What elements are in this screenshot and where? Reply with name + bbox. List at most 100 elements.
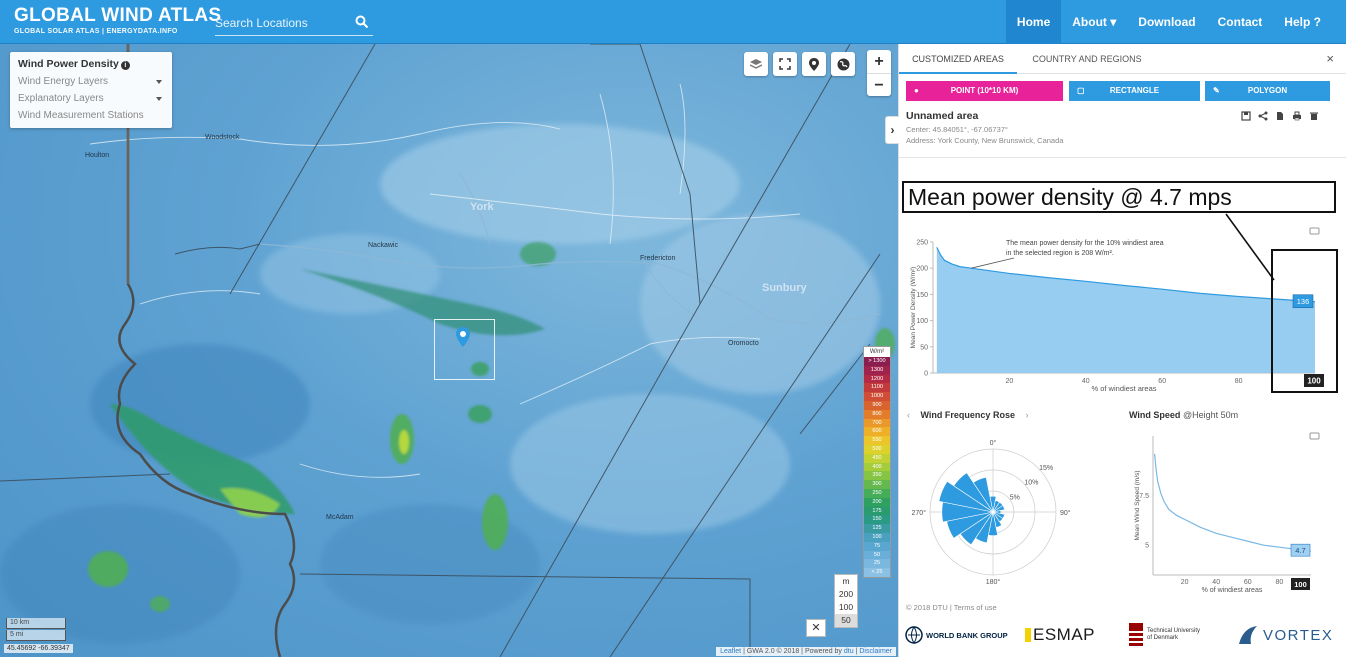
attribution-powered: Powered by xyxy=(804,648,842,655)
info-icon[interactable]: i xyxy=(120,61,130,70)
nav-about-label: About xyxy=(1072,15,1107,29)
rose-dir-label: 0° xyxy=(990,439,997,447)
layers-icon xyxy=(749,59,763,69)
legend-cell: 400 xyxy=(864,462,890,472)
legend-cell: 250 xyxy=(864,488,890,498)
charts-layer: 0 50 100 150 200 250 20 40 60 80 % of windiest are… xyxy=(910,213,1338,594)
speed-line xyxy=(1153,453,1312,552)
search-input[interactable] xyxy=(215,12,347,34)
place-label: McAdam xyxy=(326,514,354,521)
height-selector: m 200 100 50 xyxy=(834,574,858,628)
legend-cell: 350 xyxy=(864,471,890,481)
legend-cell: 1200 xyxy=(864,374,890,384)
vortex-logo-text: VORTEX xyxy=(1263,626,1334,644)
dtu-logo-text: Technical University of Denmark xyxy=(1147,628,1200,642)
place-label: Oromocto xyxy=(728,340,759,347)
brand-logo[interactable]: GLOBAL WIND ATLAS GLOBAL SOLAR ATLAS | E… xyxy=(14,6,221,36)
y-tick-label: 50 xyxy=(920,344,928,351)
caret-down-icon: ▾ xyxy=(1110,15,1117,29)
height-option[interactable]: 50 xyxy=(835,614,857,627)
layer-item-explanatory[interactable]: Explanatory Layers xyxy=(18,90,164,107)
layers-button[interactable] xyxy=(744,52,768,76)
worldbank-logo[interactable]: WORLD BANK GROUP xyxy=(905,621,1008,649)
legend-cell: 600 xyxy=(864,427,890,437)
nav-home[interactable]: Home xyxy=(1005,0,1062,44)
collapse-panel-button[interactable]: › xyxy=(885,116,899,144)
search-icon[interactable] xyxy=(355,15,369,29)
dtu-line-1: Technical University xyxy=(1147,628,1201,634)
x-tick-label: 60 xyxy=(1158,378,1166,385)
region-label: York xyxy=(470,201,494,213)
legend-cell: 1000 xyxy=(864,392,890,401)
legend-cell: 75 xyxy=(864,541,890,551)
legend-cell: 500 xyxy=(864,444,890,454)
fullscreen-icon xyxy=(779,58,791,70)
dtu-line-2: of Denmark xyxy=(1147,635,1179,641)
zoom-in-button[interactable]: + xyxy=(867,50,891,73)
scale-mi: 5 mi xyxy=(6,630,66,641)
layer-item-wind-energy[interactable]: Wind Energy Layers xyxy=(18,73,164,90)
x-tick-label: 60 xyxy=(1244,579,1252,586)
fullscreen-button[interactable] xyxy=(773,52,797,76)
vortex-mark-icon xyxy=(1239,626,1257,644)
annotation-line: in the selected region is 208 W/m². xyxy=(1006,250,1114,257)
camera-icon xyxy=(1309,227,1320,235)
zoom-out-button[interactable]: − xyxy=(867,73,891,96)
legend-cell: 1100 xyxy=(864,383,890,393)
x-tick-label: 20 xyxy=(1181,579,1189,586)
nav-about[interactable]: About ▾ xyxy=(1061,0,1127,44)
esmap-logo-text: ESMAP xyxy=(1033,625,1096,644)
legend-cell: 300 xyxy=(864,480,890,489)
map-toolbar xyxy=(744,52,855,76)
brand-subtitle: GLOBAL SOLAR ATLAS | ENERGYDATA.INFO xyxy=(14,28,178,35)
x-tick-label: 40 xyxy=(1212,579,1220,586)
layer-panel-title[interactable]: Wind Power Density i xyxy=(18,56,164,73)
dtu-logo[interactable]: Technical University of Denmark xyxy=(1129,621,1200,649)
main-nav: Home About ▾ Download Contact Help ? xyxy=(1005,0,1332,44)
legend-cell: 125 xyxy=(864,524,890,533)
caret-down-icon xyxy=(156,97,162,101)
disclaimer-link[interactable]: Disclaimer xyxy=(859,648,892,655)
search-box xyxy=(215,12,373,36)
layer-item-stations[interactable]: Wind Measurement Stations xyxy=(18,107,164,124)
nav-download[interactable]: Download xyxy=(1127,0,1206,44)
rose-title: ‹ Wind Frequency Rose › xyxy=(907,410,1028,420)
nav-help[interactable]: Help ? xyxy=(1273,0,1332,44)
rose-title-text: Wind Frequency Rose xyxy=(920,410,1015,420)
close-icon[interactable]: ✕ xyxy=(806,619,826,637)
caret-down-icon xyxy=(156,80,162,84)
height-option[interactable]: 200 xyxy=(835,588,857,601)
map-canvas[interactable]: Woodstock Houlton York Fredericton Nacka… xyxy=(0,44,898,657)
dtu-mark-icon xyxy=(1129,623,1143,646)
dtu-link[interactable]: dtu xyxy=(844,648,854,655)
legend-unit: W/m² xyxy=(864,347,890,357)
rose-ring-label: 15% xyxy=(1039,465,1053,472)
legend-cell: 50 xyxy=(864,550,890,560)
vortex-logo[interactable]: VORTEX xyxy=(1237,621,1333,649)
color-legend: W/m² > 1300 1300 1200 1100 1000 900 800 700 600 5… xyxy=(863,346,891,578)
annotation-pointer xyxy=(971,257,1015,269)
legend-cell: 900 xyxy=(864,400,890,410)
region-label: Sunbury xyxy=(762,282,807,294)
chevron-left-icon[interactable]: ‹ xyxy=(907,410,910,420)
legend-cell: 200 xyxy=(864,497,890,507)
camera-icon xyxy=(1309,432,1320,440)
leaflet-link[interactable]: Leaflet xyxy=(720,648,741,655)
help-question-icon: ? xyxy=(1313,15,1321,29)
chevron-right-icon[interactable]: › xyxy=(1025,410,1028,420)
globe-button[interactable] xyxy=(831,52,855,76)
rose-ring-label: 10% xyxy=(1024,480,1038,487)
legend-cell: 100 xyxy=(864,532,890,542)
highlight-bubble-label: 100 xyxy=(1294,580,1307,589)
esmap-logo[interactable]: ESMAP xyxy=(1025,621,1095,649)
highlight-bubble-label: 100 xyxy=(1307,377,1321,386)
locate-button[interactable] xyxy=(802,52,826,76)
legend-cell: 800 xyxy=(864,409,890,419)
location-marker-icon[interactable] xyxy=(456,327,470,347)
rose-ring-label: 5% xyxy=(1010,494,1020,501)
speed-subtitle-text: @Height 50m xyxy=(1182,410,1239,420)
nav-contact[interactable]: Contact xyxy=(1207,0,1274,44)
legend-cell: 150 xyxy=(864,515,890,525)
height-option[interactable]: 100 xyxy=(835,601,857,614)
x-axis-label: % of windiest areas xyxy=(1091,384,1156,393)
